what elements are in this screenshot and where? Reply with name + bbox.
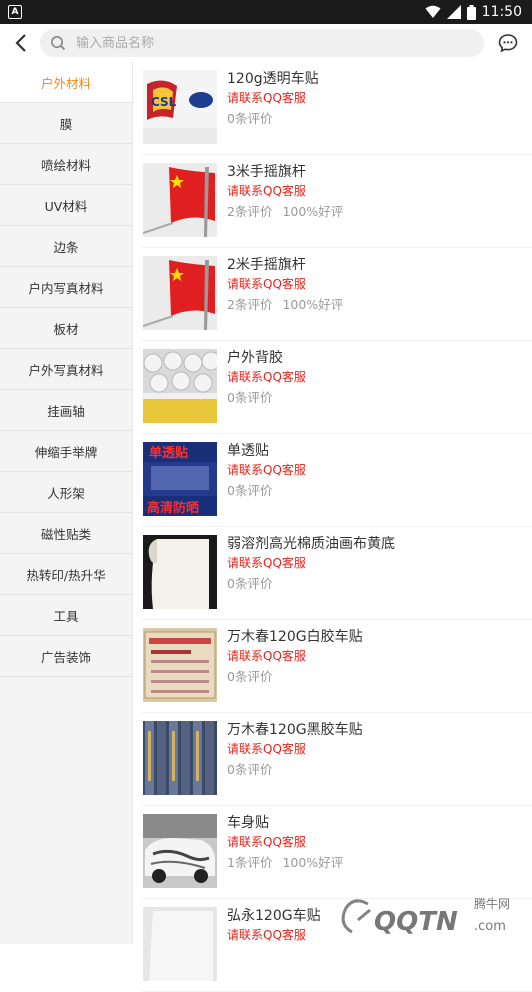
product-price: 请联系QQ客服	[227, 184, 306, 198]
product-image: 单透贴 高清防晒	[143, 442, 217, 516]
product-reviews: 0条评价	[227, 390, 273, 405]
product-item[interactable]: 万木春120G白胶车贴 请联系QQ客服 0条评价	[141, 620, 532, 713]
product-name: 万木春120G白胶车贴	[227, 629, 363, 645]
product-reviews: 0条评价	[227, 762, 273, 777]
product-image: CSL	[143, 70, 217, 144]
category-item-indoor-photo-materials[interactable]: 户内写真材料	[0, 267, 132, 308]
search-bar[interactable]	[40, 29, 484, 57]
product-image-graphic	[143, 163, 217, 237]
product-name: 120g透明车贴	[227, 71, 319, 87]
product-reviews: 0条评价	[227, 576, 273, 591]
product-item[interactable]: 弱溶剂高光棉质油画布黄底 请联系QQ客服 0条评价	[141, 527, 532, 620]
product-name: 弱溶剂高光棉质油画布黄底	[227, 536, 395, 552]
svg-text:单透贴: 单透贴	[149, 445, 188, 461]
product-image	[143, 349, 217, 423]
back-button[interactable]	[8, 24, 34, 62]
category-item-outdoor-photo-materials[interactable]: 户外写真材料	[0, 349, 132, 390]
product-image-graphic	[143, 349, 217, 423]
product-price: 请联系QQ客服	[227, 91, 306, 105]
category-item-inkjet-materials[interactable]: 喷绘材料	[0, 144, 132, 185]
product-item[interactable]: 户外背胶 请联系QQ客服 0条评价	[141, 341, 532, 434]
category-item-uv-materials[interactable]: UV材料	[0, 185, 132, 226]
svg-text:.com: .com	[474, 919, 506, 934]
category-item-telescopic-signs[interactable]: 伸缩手举牌	[0, 431, 132, 472]
category-item-magnetic-stickers[interactable]: 磁性贴类	[0, 513, 132, 554]
status-time: 11:50	[481, 4, 522, 20]
status-bar: A 11:50	[0, 0, 532, 24]
product-item[interactable]: 单透贴 高清防晒 单透贴 请联系QQ客服 0条评价	[141, 434, 532, 527]
product-image	[143, 256, 217, 330]
product-price: 请联系QQ客服	[227, 556, 306, 570]
product-image	[143, 814, 217, 888]
main-content: 户外材料 膜 喷绘材料 UV材料 边条 户内写真材料 板材 户外写真材料 挂画轴…	[0, 62, 532, 992]
chat-bubble-icon	[498, 34, 518, 53]
product-name: 户外背胶	[227, 350, 283, 366]
product-reviews: 1条评价 100%好评	[227, 855, 344, 870]
back-arrow-icon	[15, 34, 26, 52]
product-item[interactable]: 3米手摇旗杆 请联系QQ客服 2条评价 100%好评	[141, 155, 532, 248]
product-name: 2米手摇旗杆	[227, 257, 306, 273]
product-name: 弘永120G车贴	[227, 908, 321, 924]
product-name: 万木春120G黑胶车贴	[227, 722, 363, 738]
product-image	[143, 628, 217, 702]
category-item-film[interactable]: 膜	[0, 103, 132, 144]
product-item[interactable]: CSL 120g透明车贴 请联系QQ客服 0条评价	[141, 62, 532, 155]
product-image-graphic	[143, 721, 217, 795]
product-image	[143, 535, 217, 609]
product-image-graphic	[143, 907, 217, 981]
product-reviews: 0条评价	[227, 669, 273, 684]
product-price: 请联系QQ客服	[227, 370, 306, 384]
category-item-outdoor-materials[interactable]: 户外材料	[0, 62, 132, 103]
svg-text:CSL: CSL	[151, 95, 177, 109]
search-icon	[51, 36, 66, 51]
category-item-heat-transfer[interactable]: 热转印/热升华	[0, 554, 132, 595]
search-input[interactable]	[74, 34, 474, 52]
product-image	[143, 907, 217, 981]
product-price: 请联系QQ客服	[227, 835, 306, 849]
product-name: 车身贴	[227, 815, 269, 831]
product-image	[143, 163, 217, 237]
category-item-figure-stands[interactable]: 人形架	[0, 472, 132, 513]
signal-icon	[446, 5, 461, 19]
product-image-graphic	[143, 628, 217, 702]
product-list: CSL 120g透明车贴 请联系QQ客服 0条评价 3米手摇旗杆 请联系QQ客服…	[133, 62, 532, 992]
app-notification-icon: A	[8, 5, 22, 19]
qqtn-logo-icon: QQTN .com 腾牛网	[341, 896, 510, 937]
product-image-graphic: CSL	[143, 70, 217, 144]
category-item-boards[interactable]: 板材	[0, 308, 132, 349]
product-reviews: 2条评价 100%好评	[227, 297, 344, 312]
category-item-ad-decorations[interactable]: 广告装饰	[0, 636, 132, 677]
product-image-graphic: 单透贴 高清防晒	[143, 442, 217, 516]
product-image-graphic	[143, 814, 217, 888]
product-reviews: 2条评价 100%好评	[227, 204, 344, 219]
product-reviews: 0条评价	[227, 111, 273, 126]
product-price: 请联系QQ客服	[227, 463, 306, 477]
product-item[interactable]: 车身贴 请联系QQ客服 1条评价 100%好评	[141, 806, 532, 899]
category-item-tools[interactable]: 工具	[0, 595, 132, 636]
product-item[interactable]: 万木春120G黑胶车贴 请联系QQ客服 0条评价	[141, 713, 532, 806]
product-price: 请联系QQ客服	[227, 277, 306, 291]
message-button[interactable]	[494, 24, 522, 62]
product-price: 请联系QQ客服	[227, 928, 306, 942]
category-sidebar: 户外材料 膜 喷绘材料 UV材料 边条 户内写真材料 板材 户外写真材料 挂画轴…	[0, 62, 133, 944]
svg-text:QQTN: QQTN	[374, 907, 458, 937]
product-price: 请联系QQ客服	[227, 742, 306, 756]
svg-text:腾牛网: 腾牛网	[474, 896, 510, 911]
product-price: 请联系QQ客服	[227, 649, 306, 663]
product-image-graphic	[143, 535, 217, 609]
product-image	[143, 721, 217, 795]
category-item-edge-strips[interactable]: 边条	[0, 226, 132, 267]
product-reviews: 0条评价	[227, 483, 273, 498]
battery-icon	[466, 4, 476, 20]
watermark: QQTN .com 腾牛网	[324, 894, 524, 938]
wifi-icon	[425, 5, 441, 18]
svg-text:高清防晒: 高清防晒	[147, 500, 199, 516]
product-name: 单透贴	[227, 443, 269, 459]
category-item-scroll-rods[interactable]: 挂画轴	[0, 390, 132, 431]
product-name: 3米手摇旗杆	[227, 164, 306, 180]
header	[0, 24, 532, 62]
product-image-graphic	[143, 256, 217, 330]
product-item[interactable]: 2米手摇旗杆 请联系QQ客服 2条评价 100%好评	[141, 248, 532, 341]
